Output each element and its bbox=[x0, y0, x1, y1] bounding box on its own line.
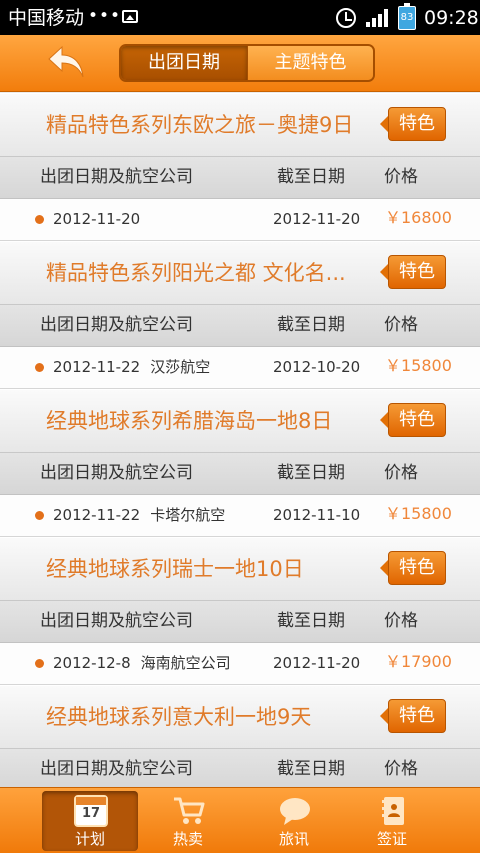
tab-hot-sale[interactable]: 热卖 bbox=[140, 791, 236, 851]
tour-title: 经典地球系列希腊海岛一地8日 bbox=[46, 409, 333, 433]
back-arrow-icon bbox=[48, 45, 84, 78]
col-date-airline: 出团日期及航空公司 bbox=[40, 315, 193, 335]
tab-travel-news[interactable]: 旅讯 bbox=[246, 791, 342, 851]
calendar-day: 17 bbox=[81, 806, 101, 821]
price: ￥15800 bbox=[385, 356, 452, 375]
price: ￥15800 bbox=[385, 504, 452, 523]
status-bar: 中国移动 ••• 83 09:28 bbox=[0, 0, 480, 35]
column-header: 出团日期及航空公司 截至日期 价格 bbox=[0, 749, 480, 787]
airline: 汉莎航空 bbox=[150, 358, 211, 376]
departure-row[interactable]: 2012-12-8 海南航空公司 2012-11-20 ￥17900 bbox=[0, 643, 480, 685]
col-date-airline: 出团日期及航空公司 bbox=[40, 611, 193, 631]
tab-visa[interactable]: 签证 bbox=[344, 791, 440, 851]
feature-tag-label: 特色 bbox=[388, 403, 446, 437]
feature-tag-label: 特色 bbox=[388, 699, 446, 733]
feature-tag-button[interactable]: 特色 bbox=[380, 551, 446, 585]
col-deadline: 截至日期 bbox=[277, 315, 345, 335]
calendar-icon: 17 bbox=[74, 795, 108, 827]
tour-title: 精品特色系列东欧之旅－奥捷9日 bbox=[46, 113, 354, 137]
tour-list: 精品特色系列东欧之旅－奥捷9日 特色 出团日期及航空公司 截至日期 价格 201… bbox=[0, 93, 480, 787]
col-deadline: 截至日期 bbox=[277, 611, 345, 631]
chat-bubble-icon bbox=[280, 798, 310, 825]
col-price: 价格 bbox=[384, 611, 418, 631]
feature-tag-button[interactable]: 特色 bbox=[380, 255, 446, 289]
battery-icon: 83 bbox=[398, 3, 416, 30]
alarm-icon bbox=[336, 8, 356, 28]
price: ￥17900 bbox=[385, 652, 452, 671]
col-date-airline: 出团日期及航空公司 bbox=[40, 167, 193, 187]
departure-date: 2012-11-22 bbox=[53, 506, 141, 524]
deadline-date: 2012-11-20 bbox=[273, 654, 361, 672]
image-notification-icon bbox=[122, 10, 138, 23]
tab-label: 热卖 bbox=[172, 830, 203, 848]
departure-row[interactable]: 2012-11-22 卡塔尔航空 2012-11-10 ￥15800 bbox=[0, 495, 480, 537]
col-date-airline: 出团日期及航空公司 bbox=[40, 759, 193, 779]
tab-label: 签证 bbox=[376, 830, 407, 848]
col-date-airline: 出团日期及航空公司 bbox=[40, 463, 193, 483]
airline: 海南航空公司 bbox=[140, 654, 231, 672]
departure-date: 2012-12-8 bbox=[53, 654, 131, 672]
notification-dots: ••• bbox=[88, 6, 122, 26]
tour-title-row[interactable]: 精品特色系列阳光之都 文化名... 特色 bbox=[0, 241, 480, 305]
bullet-icon bbox=[35, 215, 44, 224]
signal-icon bbox=[366, 9, 388, 27]
tour-title: 经典地球系列意大利一地9天 bbox=[46, 705, 312, 729]
col-deadline: 截至日期 bbox=[277, 759, 345, 779]
feature-tag-button[interactable]: 特色 bbox=[380, 403, 446, 437]
feature-tag-label: 特色 bbox=[388, 107, 446, 141]
feature-tag-label: 特色 bbox=[388, 255, 446, 289]
tour-title-row[interactable]: 经典地球系列意大利一地9天 特色 bbox=[0, 685, 480, 749]
column-header: 出团日期及航空公司 截至日期 价格 bbox=[0, 453, 480, 495]
app-header: 出团日期 主题特色 bbox=[0, 35, 480, 92]
column-header: 出团日期及航空公司 截至日期 价格 bbox=[0, 305, 480, 347]
tour-title: 精品特色系列阳光之都 文化名... bbox=[46, 261, 346, 285]
bottom-tab-bar: 17 计划 热卖 旅讯 签证 bbox=[0, 787, 480, 853]
departure-row[interactable]: 2012-11-22 汉莎航空 2012-10-20 ￥15800 bbox=[0, 347, 480, 389]
cart-icon bbox=[174, 797, 205, 824]
tour-title: 经典地球系列瑞士一地10日 bbox=[46, 557, 304, 581]
feature-tag-button[interactable]: 特色 bbox=[380, 107, 446, 141]
tab-departure-date[interactable]: 出团日期 bbox=[121, 46, 247, 80]
bullet-icon bbox=[35, 659, 44, 668]
view-segmented-control: 出团日期 主题特色 bbox=[119, 44, 375, 82]
airline: 卡塔尔航空 bbox=[150, 506, 226, 524]
tab-theme-features[interactable]: 主题特色 bbox=[247, 46, 373, 80]
tab-label: 计划 bbox=[74, 830, 105, 848]
departure-date: 2012-11-20 bbox=[53, 210, 141, 228]
tab-plan[interactable]: 17 计划 bbox=[42, 791, 138, 851]
col-price: 价格 bbox=[384, 463, 418, 483]
column-header: 出团日期及航空公司 截至日期 价格 bbox=[0, 601, 480, 643]
bullet-icon bbox=[35, 363, 44, 372]
deadline-date: 2012-11-10 bbox=[273, 506, 361, 524]
departure-date: 2012-11-22 bbox=[53, 358, 141, 376]
deadline-date: 2012-10-20 bbox=[273, 358, 361, 376]
feature-tag-button[interactable]: 特色 bbox=[380, 699, 446, 733]
price: ￥16800 bbox=[385, 208, 452, 227]
col-deadline: 截至日期 bbox=[277, 463, 345, 483]
back-button[interactable] bbox=[46, 43, 90, 83]
feature-tag-label: 特色 bbox=[388, 551, 446, 585]
tour-title-row[interactable]: 精品特色系列东欧之旅－奥捷9日 特色 bbox=[0, 93, 480, 157]
col-price: 价格 bbox=[384, 315, 418, 335]
column-header: 出团日期及航空公司 截至日期 价格 bbox=[0, 157, 480, 199]
deadline-date: 2012-11-20 bbox=[273, 210, 361, 228]
col-price: 价格 bbox=[384, 759, 418, 779]
col-deadline: 截至日期 bbox=[277, 167, 345, 187]
tour-title-row[interactable]: 经典地球系列瑞士一地10日 特色 bbox=[0, 537, 480, 601]
carrier-name: 中国移动 bbox=[8, 7, 85, 29]
tour-title-row[interactable]: 经典地球系列希腊海岛一地8日 特色 bbox=[0, 389, 480, 453]
visa-book-icon bbox=[382, 797, 404, 825]
bullet-icon bbox=[35, 511, 44, 520]
departure-row[interactable]: 2012-11-20 2012-11-20 ￥16800 bbox=[0, 199, 480, 241]
clock: 09:28 bbox=[424, 7, 479, 29]
tab-label: 旅讯 bbox=[278, 830, 309, 848]
col-price: 价格 bbox=[384, 167, 418, 187]
